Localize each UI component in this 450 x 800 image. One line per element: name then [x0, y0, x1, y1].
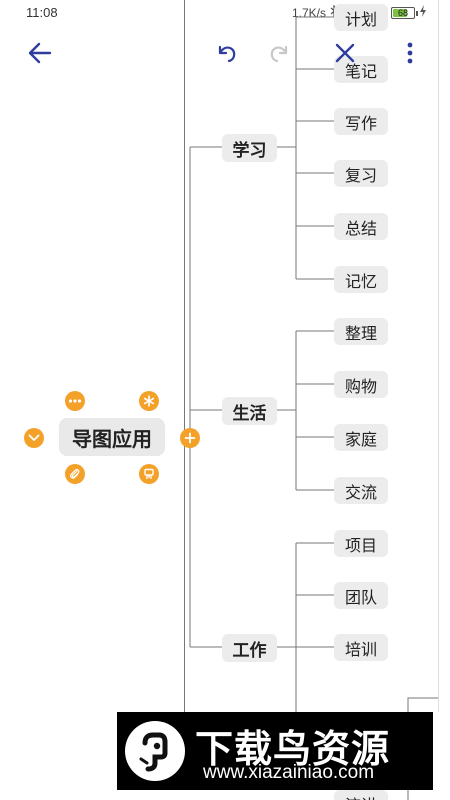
bird-logo-icon [125, 721, 185, 781]
redo-icon [270, 45, 288, 63]
leaf-node[interactable]: 复习 [334, 160, 388, 187]
more-vertical-icon [407, 42, 413, 64]
asterisk-icon [143, 395, 155, 407]
undo-button[interactable] [211, 38, 241, 68]
leaf-node[interactable]: 流讲 [334, 790, 388, 800]
add-icon [184, 432, 196, 444]
leaf-node[interactable]: 交流 [334, 477, 388, 504]
watermark-url: www.xiazainiao.com [203, 762, 375, 783]
node-style-button[interactable] [139, 391, 159, 411]
close-button[interactable] [330, 38, 360, 68]
flag-button[interactable] [139, 464, 159, 484]
collapse-icon [28, 434, 40, 441]
leaf-node[interactable]: 购物 [334, 371, 388, 398]
arrow-left-icon [28, 42, 52, 64]
collapse-button[interactable] [24, 428, 44, 448]
leaf-node[interactable]: 家庭 [334, 424, 388, 451]
leaf-node[interactable]: 培训 [334, 634, 388, 661]
leaf-node[interactable]: 整理 [334, 318, 388, 345]
leaf-node[interactable]: 计划 [334, 4, 388, 31]
redo-button[interactable] [265, 38, 295, 68]
leaf-node[interactable]: 记忆 [334, 266, 388, 293]
more-icon [68, 399, 82, 403]
back-button[interactable] [24, 38, 56, 68]
close-icon [335, 43, 355, 63]
attachment-icon [70, 468, 80, 479]
flag-icon [144, 468, 154, 479]
leaf-node[interactable]: 团队 [334, 582, 388, 609]
leaf-node[interactable]: 写作 [334, 108, 388, 135]
branch-node[interactable]: 生活 [222, 397, 277, 425]
root-node[interactable]: 导图应用 [59, 418, 165, 456]
branch-node[interactable]: 学习 [222, 134, 277, 162]
more-menu-button[interactable] [398, 38, 422, 68]
undo-icon [218, 45, 236, 63]
node-more-button[interactable] [65, 391, 85, 411]
add-child-button[interactable] [180, 428, 200, 448]
leaf-node[interactable]: 项目 [334, 530, 388, 557]
branch-node[interactable]: 工作 [222, 634, 277, 662]
watermark-banner: 下载鸟资源 www.xiazainiao.com [117, 712, 433, 790]
attachment-button[interactable] [65, 464, 85, 484]
leaf-node[interactable]: 总结 [334, 213, 388, 240]
